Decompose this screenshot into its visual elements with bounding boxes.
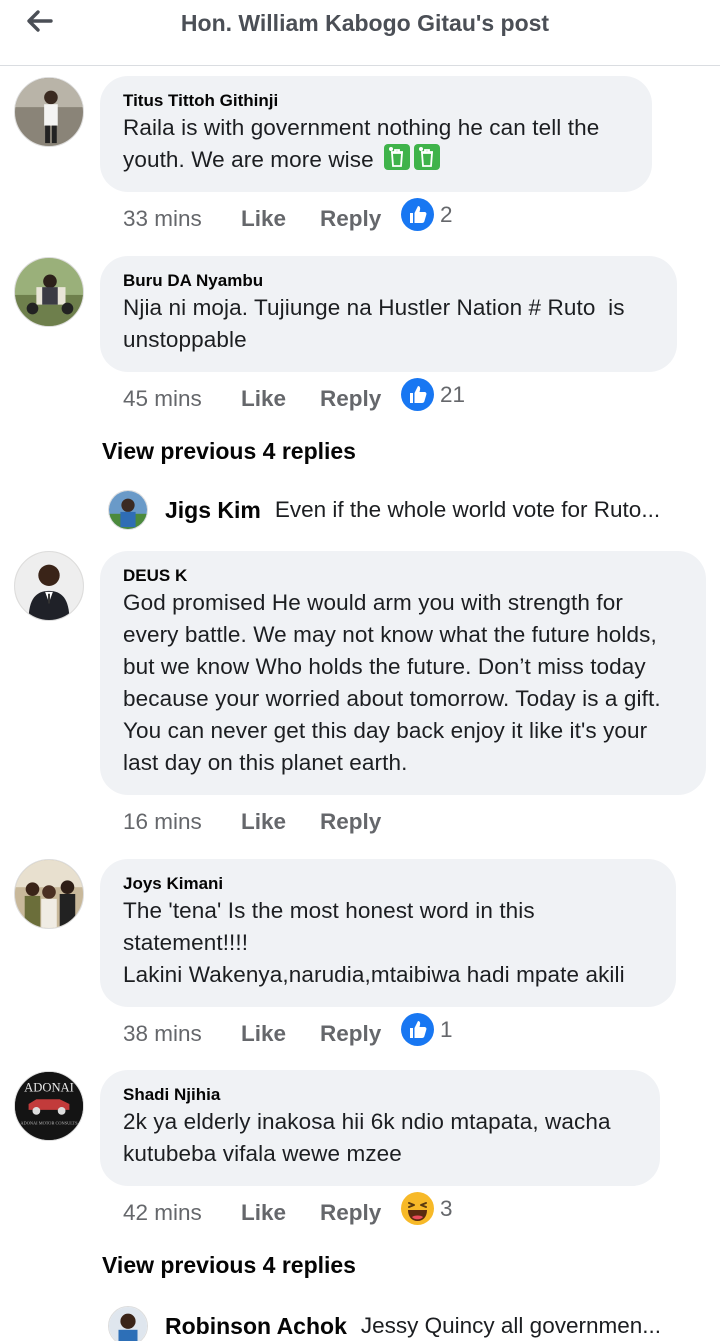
comment-text: The 'tena' Is the most honest word in th… [123,898,625,987]
like-button[interactable]: Like [241,1200,320,1226]
avatar[interactable] [14,257,84,327]
reply-button[interactable]: Reply [320,1021,381,1047]
reply-preview[interactable]: Jigs Kim Even if the whole world vote fo… [108,488,708,532]
comment-time: 16 mins [123,809,202,834]
like-reaction-icon [401,198,434,231]
like-button[interactable]: Like [241,809,320,835]
comment-bubble[interactable]: Joys Kimani The 'tena' Is the most hones… [100,859,676,1007]
comment-bubble[interactable]: DEUS K God promised He would arm you wit… [100,551,706,795]
reaction-summary[interactable]: 21 [401,378,465,411]
reply-button[interactable]: Reply [320,1200,381,1226]
comment-author[interactable]: Joys Kimani [123,873,652,895]
reply-author: Robinson Achok [165,1312,347,1339]
like-button[interactable]: Like [241,1021,320,1047]
reply-text: Jessy Quincy all governmen... [360,1313,661,1338]
avatar[interactable] [14,859,84,929]
like-reaction-icon [401,1013,434,1046]
comment-actions: 38 mins Like Reply [123,1017,381,1051]
comment-time: 33 mins [123,206,202,231]
comment-author[interactable]: DEUS K [123,565,682,587]
haha-reaction-icon [401,1192,434,1225]
reply-preview[interactable]: Robinson Achok Jessy Quincy all governme… [108,1304,708,1341]
like-button[interactable]: Like [241,386,320,412]
reaction-summary[interactable]: 3 [401,1192,453,1225]
comment-bubble[interactable]: Titus Tittoh Githinji Raila is with gove… [100,76,652,192]
view-previous-replies-link[interactable]: View previous 4 replies [102,1252,356,1279]
like-reaction-icon [401,378,434,411]
reaction-count: 2 [440,201,453,227]
comment-bubble[interactable]: Shadi Njihia 2k ya elderly inakosa hii 6… [100,1070,660,1186]
comment-actions: 45 mins Like Reply [123,382,381,416]
comment-text: Raila is with government nothing he can … [123,115,606,172]
reply-author: Jigs Kim [165,496,261,523]
comment-actions: 42 mins Like Reply [123,1196,381,1230]
comment-actions: 33 mins Like Reply [123,202,381,236]
avatar[interactable]: ADONAI ADONAI MOTOR CONSULTS [14,1071,84,1141]
avatar [108,1306,148,1341]
reply-button[interactable]: Reply [320,206,381,232]
reply-text: Even if the whole world vote for Ruto... [274,497,661,522]
reply-button[interactable]: Reply [320,809,381,835]
comment-text: 2k ya elderly inakosa hii 6k ndio mtapat… [123,1109,617,1166]
avatar-sub-text: ADONAI MOTOR CONSULTS [20,1120,78,1125]
comment-bubble[interactable]: Buru DA Nyambu Njia ni moja. Tujiunge na… [100,256,677,372]
reaction-count: 21 [440,381,466,407]
comment-author[interactable]: Titus Tittoh Githinji [123,90,628,112]
page-title: Hon. William Kabogo Gitau's post [180,10,550,36]
comment-text: Njia ni moja. Tujiunge na Hustler Nation… [123,295,631,352]
comment-time: 42 mins [123,1200,202,1225]
comment-author[interactable]: Buru DA Nyambu [123,270,653,292]
avatar[interactable] [14,77,84,147]
avatar[interactable] [14,551,84,621]
reaction-count: 1 [440,1016,453,1042]
avatar [108,490,148,530]
reaction-count: 3 [440,1195,453,1221]
reaction-summary[interactable]: 1 [401,1013,453,1046]
reply-button[interactable]: Reply [320,386,381,412]
reaction-summary[interactable]: 2 [401,198,453,231]
recycle-bin-emoji [384,144,411,170]
top-bar: Hon. William Kabogo Gitau's post [0,0,720,66]
comment-time: 38 mins [123,1021,202,1046]
comment-author[interactable]: Shadi Njihia [123,1084,636,1106]
view-previous-replies-link[interactable]: View previous 4 replies [102,438,356,465]
comment-time: 45 mins [123,386,202,411]
comment-actions: 16 mins Like Reply [123,805,381,839]
avatar-logo-text: ADONAI [24,1080,74,1094]
comment-text: God promised He would arm you with stren… [123,590,667,775]
like-button[interactable]: Like [241,206,320,232]
